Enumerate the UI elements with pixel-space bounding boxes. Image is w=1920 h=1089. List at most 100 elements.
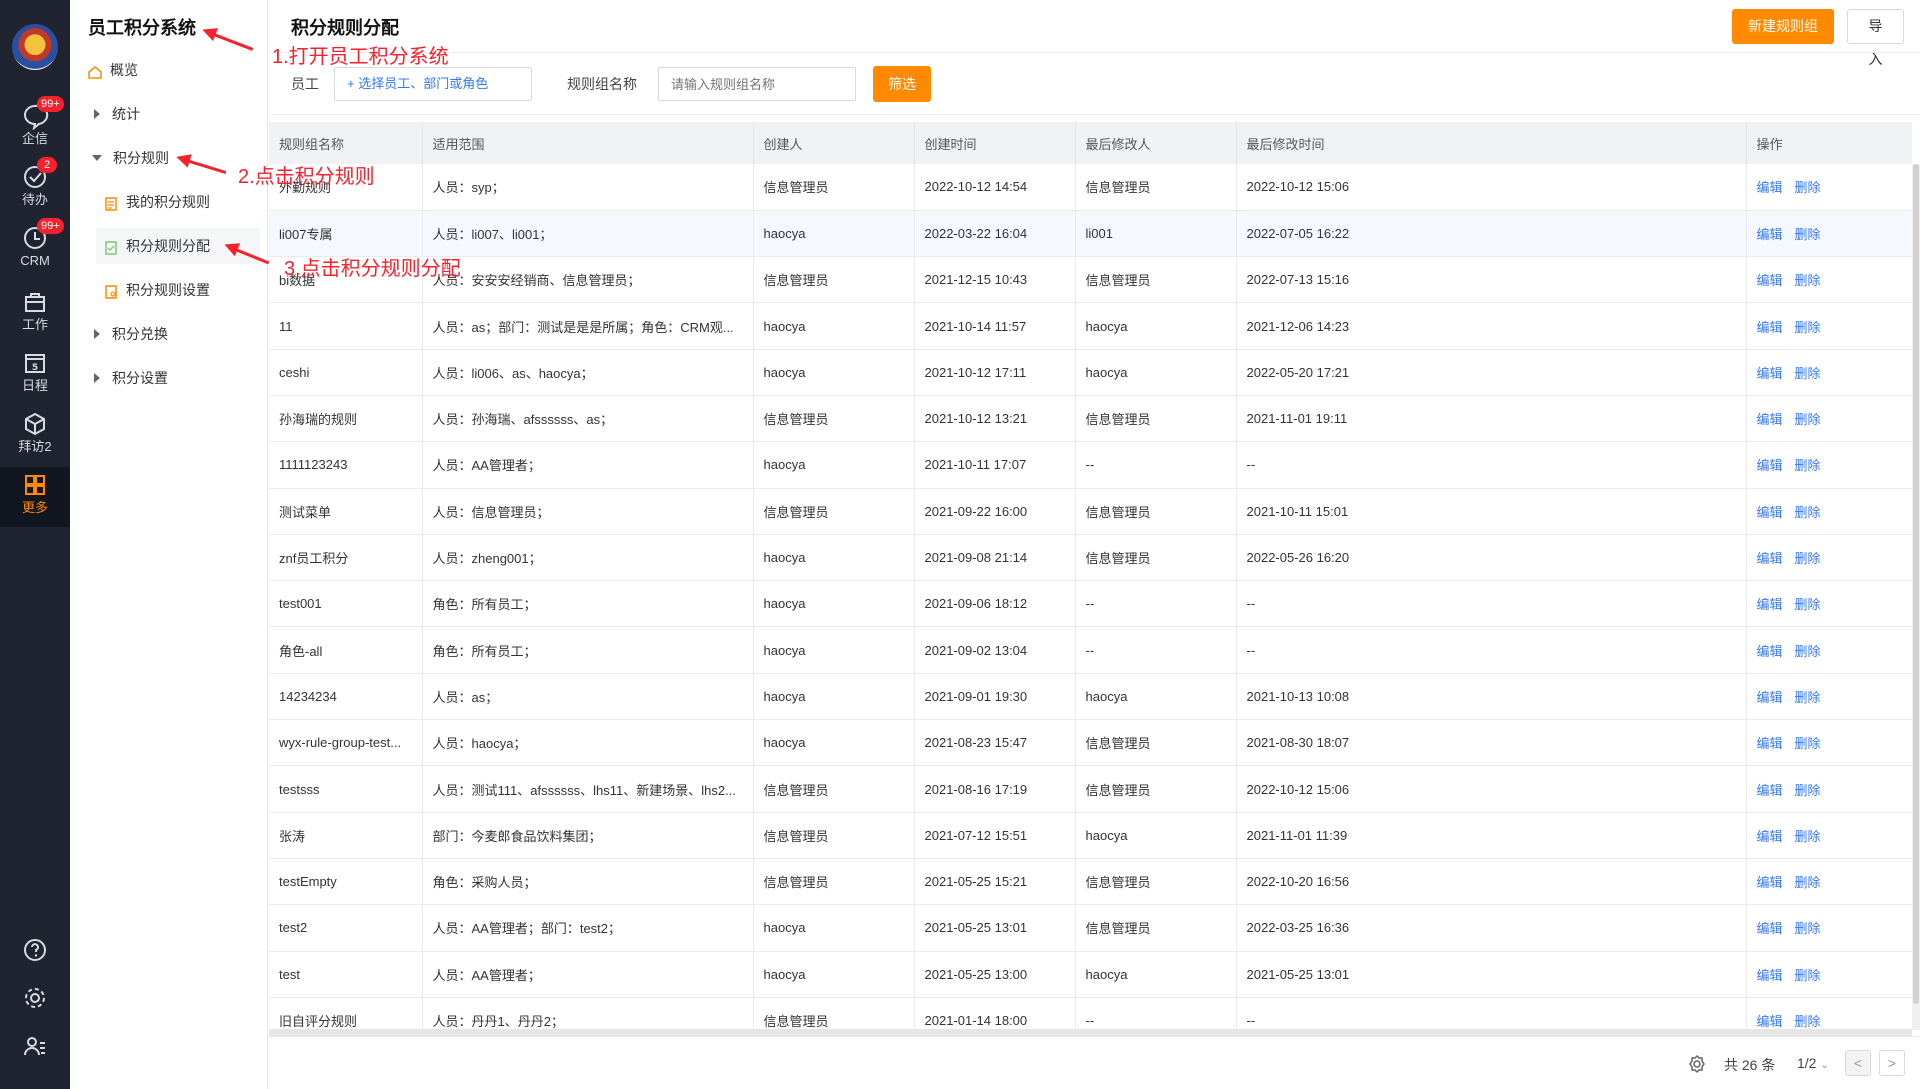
edit-link[interactable]: 编辑 [1757,783,1783,798]
table-row[interactable]: 外勤规则 人员：syp； 信息管理员 2022-10-12 14:54 信息管理员 202… [269,164,1912,211]
delete-link[interactable]: 删除 [1795,273,1821,288]
edit-link[interactable]: 编辑 [1757,551,1783,566]
column-header[interactable]: 适用范围 [422,122,754,164]
edit-link[interactable]: 编辑 [1757,320,1783,335]
settings-icon[interactable] [1687,1054,1707,1074]
column-header[interactable]: 最后修改人 [1075,122,1237,164]
table-cell: test [269,951,423,998]
filter-button[interactable]: 筛选 [873,66,931,102]
delete-link[interactable]: 删除 [1795,968,1821,983]
delete-link[interactable]: 删除 [1795,227,1821,242]
edit-link[interactable]: 编辑 [1757,227,1783,242]
menu-item-exchange[interactable]: 积分兑换 [88,323,168,345]
delete-link[interactable]: 删除 [1795,412,1821,427]
page-selector[interactable]: 1/2 ⌄ [1797,1055,1829,1071]
table-cell: 2022-03-22 16:04 [914,210,1076,258]
table-row[interactable]: znf员工积分 人员：zheng001； haocya 2021-09-08 21:1… [269,534,1912,582]
edit-link[interactable]: 编辑 [1757,829,1783,844]
import-button[interactable]: 导入 [1847,9,1904,67]
delete-link[interactable]: 删除 [1795,783,1821,798]
column-header[interactable]: 规则组名称 [269,122,423,164]
column-header[interactable]: 创建人 [753,122,915,164]
delete-link[interactable]: 删除 [1795,644,1821,659]
horizontal-scrollbar[interactable] [269,1029,1912,1036]
delete-link[interactable]: 删除 [1795,366,1821,381]
table-row[interactable]: test 人员：AA管理者； haocya 2021-05-25 13:00 haocy… [269,951,1912,998]
table-cell: li007专属 [269,210,423,258]
rail-item-qixin[interactable]: 99+ 企信 [0,96,70,154]
table-row[interactable]: 11 人员：as；部门：测试是是是所属；角色：CRM观... haocya 2021-… [269,302,1912,350]
edit-link[interactable]: 编辑 [1757,505,1783,520]
company-logo[interactable] [12,24,58,70]
menu-item-stats[interactable]: 统计 [88,103,140,125]
delete-link[interactable]: 删除 [1795,180,1821,195]
table-row[interactable]: 1111123243 人员：AA管理者； haocya 2021-10-11 17:0… [269,441,1912,489]
vertical-scrollbar[interactable] [1912,164,1920,1030]
delete-link[interactable]: 删除 [1795,1014,1821,1029]
delete-link[interactable]: 删除 [1795,875,1821,890]
table-row[interactable]: 旧自评分规则 人员：丹丹1、丹丹2； 信息管理员 2021-01-14 18:00 --… [269,997,1912,1030]
next-page-button[interactable]: > [1879,1050,1905,1076]
edit-link[interactable]: 编辑 [1757,736,1783,751]
rail-item-todo[interactable]: 2 待办 [0,157,70,215]
profile-button[interactable] [0,1026,70,1066]
edit-link[interactable]: 编辑 [1757,921,1783,936]
menu-item-rule-settings[interactable]: 积分规则设置 [104,279,210,301]
column-header[interactable]: 最后修改时间 [1236,122,1747,164]
delete-link[interactable]: 删除 [1795,829,1821,844]
delete-link[interactable]: 删除 [1795,921,1821,936]
edit-link[interactable]: 编辑 [1757,968,1783,983]
table-row[interactable]: ceshi 人员：li006、as、haocya； haocya 2021-10-12… [269,349,1912,396]
edit-link[interactable]: 编辑 [1757,597,1783,612]
help-button[interactable] [0,930,70,970]
edit-link[interactable]: 编辑 [1757,180,1783,195]
menu-item-overview[interactable]: 概览 [88,59,138,81]
table-row[interactable]: testsss 人员：测试111、afssssss、lhs11、新建场景、lhs2… [269,765,1912,813]
edit-link[interactable]: 编辑 [1757,366,1783,381]
edit-link[interactable]: 编辑 [1757,412,1783,427]
menu-item-settings[interactable]: 积分设置 [88,367,168,389]
table-row[interactable]: testEmpty 角色：采购人员； 信息管理员 2021-05-25 15:21 信息… [269,858,1912,906]
rail-item-work[interactable]: 工作 [0,284,70,340]
rail-item-schedule[interactable]: 5 日程 [0,345,70,401]
table-row[interactable]: 14234234 人员：as； haocya 2021-09-01 19:30 haoc… [269,673,1912,721]
edit-link[interactable]: 编辑 [1757,875,1783,890]
delete-link[interactable]: 删除 [1795,458,1821,473]
delete-link[interactable]: 删除 [1795,597,1821,612]
table-row[interactable]: bi数据 人员：安安安经销商、信息管理员； 信息管理员 2021-12-15 10:4… [269,256,1912,304]
menu-item-my-rules[interactable]: 我的积分规则 [104,191,210,213]
edit-link[interactable]: 编辑 [1757,1014,1783,1029]
table-cell: 测试菜单 [269,488,423,535]
edit-link[interactable]: 编辑 [1757,644,1783,659]
employee-selector[interactable]: + 选择员工、部门或角色 [334,67,532,101]
table-row[interactable]: wyx-rule-group-test... 人员：haocya； haocya 20… [269,719,1912,767]
table-cell: 信息管理员 [753,256,915,304]
table-row[interactable]: test001 角色：所有员工； haocya 2021-09-06 18:12 -- -… [269,580,1912,628]
table-row[interactable]: 角色-all 角色：所有员工； haocya 2021-09-02 13:04 -- --… [269,626,1912,674]
rule-group-table: 规则组名称 适用范围 创建人 创建时间 最后修改人 最后修改时间 操作 外勤规则… [269,122,1912,1030]
table-row[interactable]: 孙海瑞的规则 人员：孙海瑞、afssssss、as； 信息管理员 2021-10-12… [269,395,1912,443]
rail-item-visit[interactable]: 拜访2 [0,406,70,462]
menu-item-rules[interactable]: 积分规则 [88,147,169,169]
edit-link[interactable]: 编辑 [1757,458,1783,473]
edit-link[interactable]: 编辑 [1757,273,1783,288]
delete-link[interactable]: 删除 [1795,690,1821,705]
delete-link[interactable]: 删除 [1795,736,1821,751]
rail-item-crm[interactable]: 99+ CRM [0,218,70,276]
table-row[interactable]: test2 人员：AA管理者；部门：test2； haocya 2021-05-25 … [269,904,1912,952]
rail-item-more[interactable]: 更多 [0,467,70,527]
scrollbar-thumb[interactable] [1913,164,1919,1004]
table-row[interactable]: 测试菜单 人员：信息管理员； 信息管理员 2021-09-22 16:00 信息管理员 2… [269,488,1912,535]
delete-link[interactable]: 删除 [1795,505,1821,520]
column-header[interactable]: 创建时间 [914,122,1076,164]
table-cell: 2021-10-12 13:21 [914,395,1076,443]
table-row[interactable]: li007专属 人员：li007、li001； haocya 2022-03-22 1… [269,210,1912,258]
prev-page-button[interactable]: < [1845,1050,1871,1076]
group-name-input[interactable] [658,67,856,101]
edit-link[interactable]: 编辑 [1757,690,1783,705]
new-rule-group-button[interactable]: 新建规则组 [1732,9,1834,44]
delete-link[interactable]: 删除 [1795,551,1821,566]
delete-link[interactable]: 删除 [1795,320,1821,335]
settings-button[interactable] [0,978,70,1018]
table-row[interactable]: 张涛 部门：今麦郎食品饮料集团； 信息管理员 2021-07-12 15:51 haoc… [269,812,1912,859]
